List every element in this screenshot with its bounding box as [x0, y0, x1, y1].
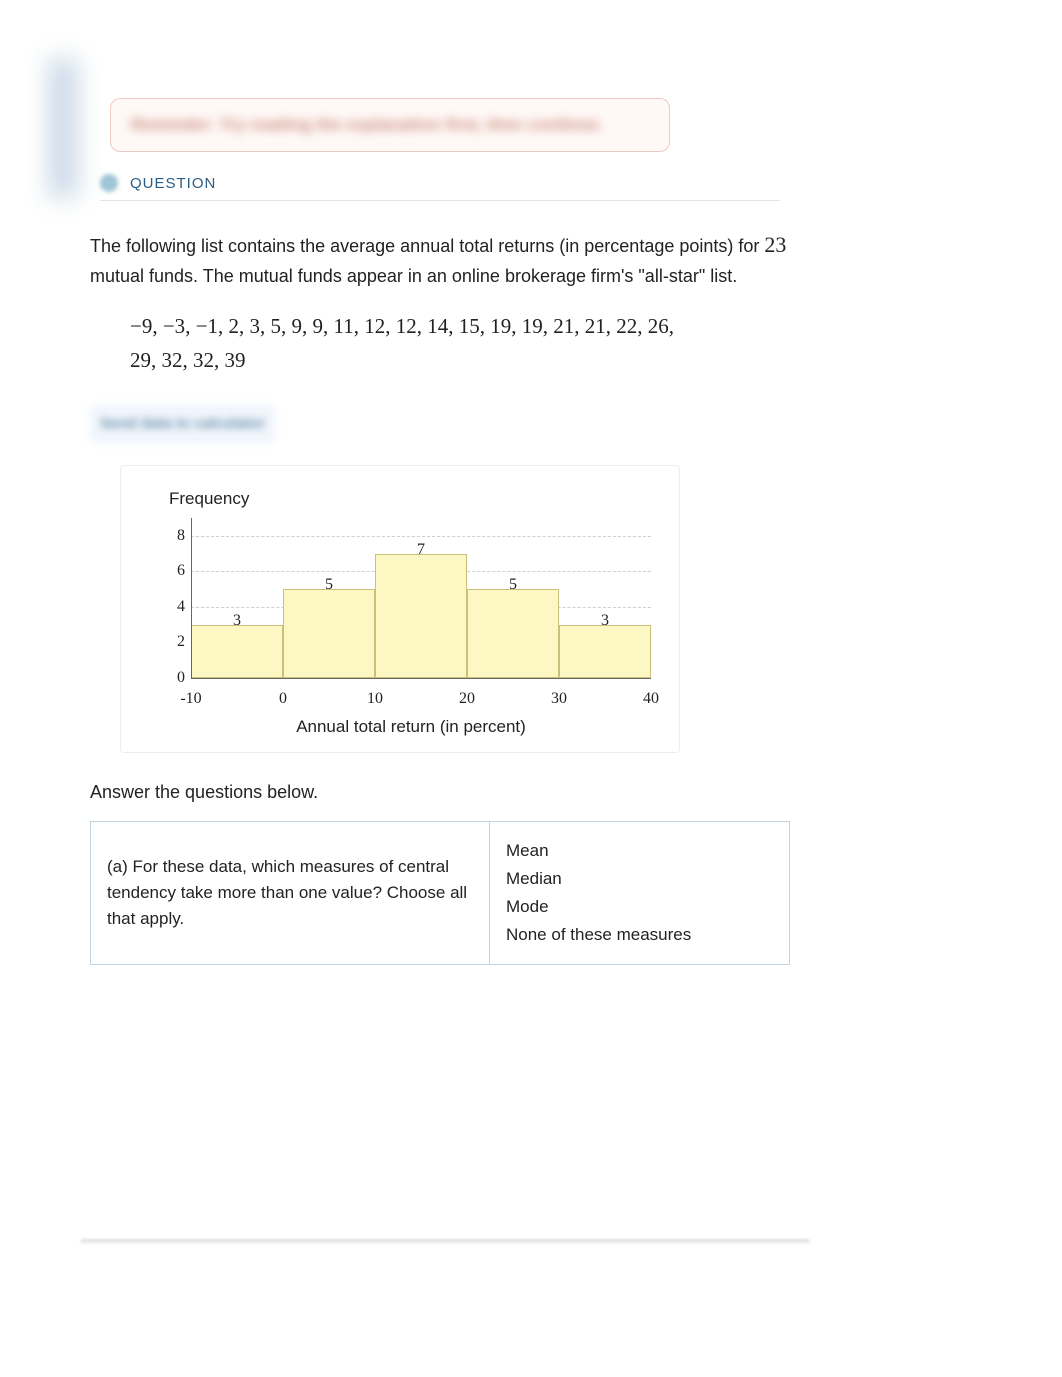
intro-before: The following list contains the average …: [90, 236, 764, 256]
xtick: 0: [279, 684, 287, 714]
send-data-link[interactable]: Send data to calculator: [90, 405, 275, 443]
qa-options-cell: Mean Median Mode None of these measures: [490, 822, 790, 965]
histogram-bar: 5: [283, 589, 375, 678]
xtick: 20: [459, 684, 475, 714]
side-tab-stub: [48, 58, 78, 198]
bar-label: 7: [376, 535, 466, 565]
chart-xaxis: -10010203040: [191, 678, 651, 708]
xtick: -10: [180, 684, 201, 714]
xtick: 10: [367, 684, 383, 714]
qa-prompt-cell: (a) For these data, which measures of ce…: [91, 822, 490, 965]
chart-yaxis: 02468: [151, 518, 191, 678]
hint-text: Reminder: Try reading the explanation fi…: [131, 115, 603, 135]
chart-plot-area: 02468 35753 -10010203040: [151, 518, 659, 708]
table-fade-overlay: [180, 1112, 900, 1162]
xtick: 30: [551, 684, 567, 714]
bar-label: 5: [468, 570, 558, 600]
chart-xlabel: Annual total return (in percent): [181, 712, 641, 742]
option-mode[interactable]: Mode: [506, 894, 773, 920]
chart-ylabel: Frequency: [169, 484, 659, 514]
histogram-box: Frequency 02468 35753 -10010203040 Annua…: [120, 465, 680, 753]
section-dot-icon: [100, 174, 118, 192]
option-none[interactable]: None of these measures: [506, 922, 773, 948]
ytick: 8: [177, 521, 185, 551]
chart-bars: 35753: [191, 518, 651, 678]
data-list: −9, −3, −1, 2, 3, 5, 9, 9, 11, 12, 12, 1…: [130, 309, 810, 377]
histogram-bar: 7: [375, 554, 467, 678]
bar-label: 3: [192, 606, 282, 636]
section-label: QUESTION: [130, 175, 216, 192]
option-median[interactable]: Median: [506, 866, 773, 892]
histogram-bar: 5: [467, 589, 559, 678]
ytick: 6: [177, 556, 185, 586]
ytick: 2: [177, 627, 185, 657]
histogram-bar: 3: [191, 625, 283, 678]
option-mean[interactable]: Mean: [506, 838, 773, 864]
question-intro: The following list contains the average …: [90, 230, 810, 291]
histogram-bar: 3: [559, 625, 651, 678]
fund-count: 23: [764, 232, 786, 257]
footer-shadow: [80, 1239, 810, 1245]
section-header: QUESTION: [100, 174, 780, 201]
hint-bubble: Reminder: Try reading the explanation fi…: [110, 98, 670, 152]
bar-label: 3: [560, 606, 650, 636]
answer-prompt: Answer the questions below.: [90, 777, 810, 807]
y-axis-line: [191, 518, 192, 678]
xtick: 40: [643, 684, 659, 714]
question-content: The following list contains the average …: [90, 230, 810, 965]
ytick: 4: [177, 592, 185, 622]
qa-table: (a) For these data, which measures of ce…: [90, 821, 790, 965]
table-row: (a) For these data, which measures of ce…: [91, 822, 790, 965]
bar-label: 5: [284, 570, 374, 600]
x-axis-line: [191, 678, 651, 679]
intro-after: mutual funds. The mutual funds appear in…: [90, 266, 737, 286]
